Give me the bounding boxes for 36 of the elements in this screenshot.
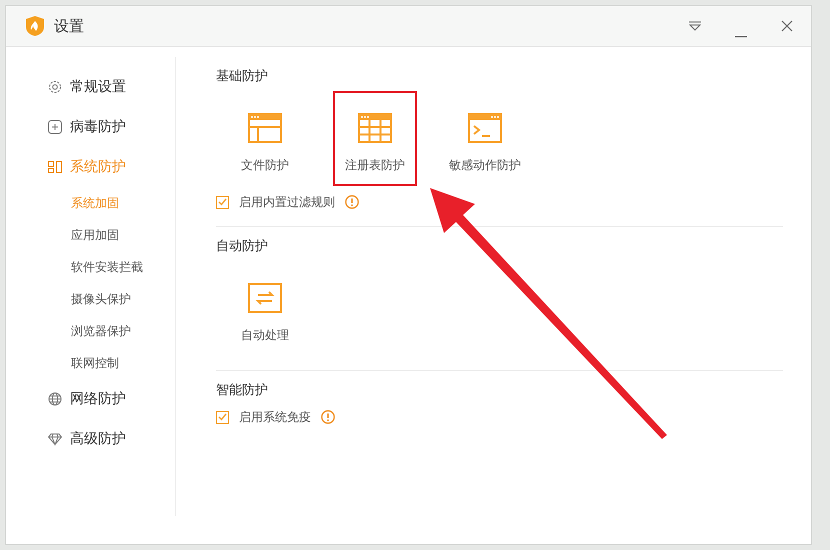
window-title: 设置: [54, 16, 85, 36]
shield-logo-icon: [26, 16, 44, 36]
gear-icon: [48, 80, 62, 94]
info-icon: [321, 410, 335, 424]
diamond-icon: [48, 432, 62, 446]
swap-icon: [248, 283, 282, 313]
feature-button[interactable]: 注册表防护: [333, 91, 417, 186]
terminal-icon: [468, 113, 502, 143]
sidebar-item[interactable]: 网络防护: [6, 379, 175, 419]
sidebar-item[interactable]: 病毒防护: [6, 107, 175, 147]
sidebar-item[interactable]: 高级防护: [6, 419, 175, 459]
sidebar-subitem[interactable]: 联网控制: [6, 347, 175, 379]
checkbox-label: 启用内置过滤规则: [239, 194, 335, 210]
checkbox[interactable]: [216, 410, 229, 424]
feature-button[interactable]: 自动处理: [223, 261, 307, 356]
section-heading: 基础防护: [216, 68, 269, 86]
feature-button[interactable]: 文件防护: [223, 91, 307, 186]
sidebar-subitem[interactable]: 应用加固: [6, 219, 175, 251]
window-icon: [248, 113, 282, 143]
blocks-icon: [48, 160, 62, 174]
sidebar-item[interactable]: 常规设置: [6, 67, 175, 107]
checkbox-label: 启用系统免疫: [239, 408, 311, 426]
globe-icon: [48, 392, 62, 406]
sidebar-subitem[interactable]: 摄像头保护: [6, 283, 175, 315]
close-icon: [780, 19, 794, 33]
table-icon: [358, 113, 392, 143]
section-heading: 智能防护: [216, 382, 269, 400]
sidebar-subitem[interactable]: 浏览器保护: [6, 315, 175, 347]
sidebar-subitem[interactable]: 软件安装拦截: [6, 251, 175, 283]
plus-icon: [48, 120, 62, 134]
info-icon: [345, 195, 359, 209]
section-heading: 自动防护: [216, 238, 269, 256]
feature-button[interactable]: 敏感动作防护: [443, 91, 527, 186]
checkbox[interactable]: [216, 196, 229, 208]
dropdown-icon: [688, 19, 702, 33]
minimize-icon: [735, 36, 747, 38]
